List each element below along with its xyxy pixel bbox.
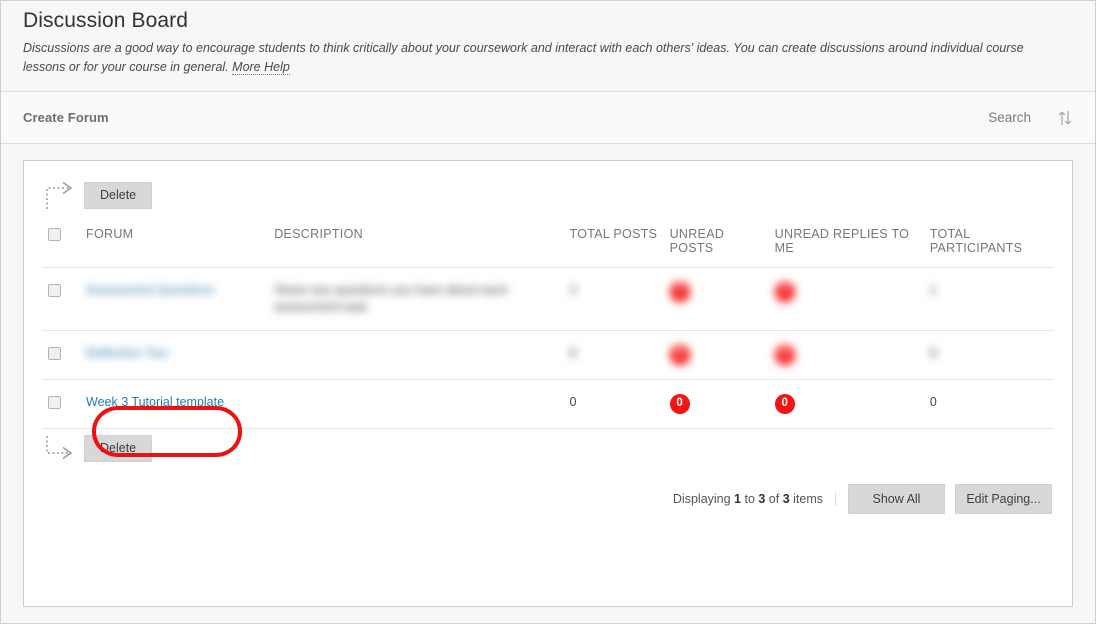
unread-replies-badge: 0 [774, 394, 795, 414]
action-bar: Create Forum Search [1, 91, 1095, 144]
table-row: Assessment Questions Share any questions… [42, 267, 1054, 331]
row-checkbox[interactable] [48, 347, 61, 361]
select-all-cell [42, 217, 81, 268]
row-forum-cell: Reflection Two [80, 330, 269, 380]
row-forum-cell: Assessment Questions [80, 267, 269, 331]
page-title: Discussion Board [23, 9, 189, 32]
row-unread-posts: 3 [663, 267, 769, 331]
dashed-arrow-right-icon [44, 179, 80, 213]
row-description [268, 330, 564, 380]
row-total-posts: 8 [563, 330, 664, 380]
column-header-unread-replies[interactable]: UNREAD REPLIES TO ME [768, 217, 924, 268]
row-checkbox-cell [42, 379, 81, 429]
row-unread-posts: 0 [663, 379, 769, 429]
toolbar-top: Delete [46, 181, 1054, 209]
unread-posts-badge: 8 [669, 345, 690, 365]
unread-replies-badge: 3 [774, 282, 795, 302]
table-head: FORUM DESCRIPTION TOTAL POSTS UNREAD POS… [42, 217, 1054, 268]
row-description [268, 379, 564, 429]
unread-replies-badge: 8 [774, 345, 795, 365]
row-unread-replies: 0 [768, 379, 924, 429]
action-bar-right: Search [988, 108, 1073, 128]
row-unread-posts: 8 [663, 330, 769, 380]
table-header-row: FORUM DESCRIPTION TOTAL POSTS UNREAD POS… [42, 217, 1054, 268]
table-row: Reflection Two 8 8 8 8 [42, 330, 1054, 380]
edit-paging-button[interactable]: Edit Paging... [955, 484, 1052, 514]
table-row: Week 3 Tutorial template 0 0 0 0 [42, 379, 1054, 429]
row-total-posts: 0 [563, 379, 664, 429]
paging-bar: Displaying 1 to 3 of 3 items Show All Ed… [42, 484, 1054, 514]
sort-up-down-icon[interactable] [1057, 108, 1073, 128]
row-total-participants: 1 [923, 267, 1054, 331]
row-total-posts: 3 [563, 267, 664, 331]
content-wrapper: Delete FORUM DESCRIPTION TOTAL POSTS UNR… [1, 144, 1095, 623]
forum-link[interactable]: Reflection Two [86, 346, 168, 360]
delete-button-bottom[interactable]: Delete [84, 435, 153, 462]
delete-button-top[interactable]: Delete [84, 182, 153, 209]
row-total-participants: 0 [923, 379, 1054, 429]
table-body: Assessment Questions Share any questions… [42, 267, 1054, 429]
row-checkbox-cell [42, 330, 81, 380]
column-header-total-posts[interactable]: TOTAL POSTS [563, 217, 664, 268]
select-all-checkbox[interactable] [48, 228, 61, 242]
page-description: Discussions are a good way to encourage … [23, 39, 1053, 77]
column-header-unread-posts[interactable]: UNREAD POSTS [663, 217, 769, 268]
column-header-description[interactable]: DESCRIPTION [268, 217, 564, 268]
paging-from: 1 [734, 492, 741, 506]
forums-panel: Delete FORUM DESCRIPTION TOTAL POSTS UNR… [23, 160, 1073, 607]
show-all-button[interactable]: Show All [848, 484, 945, 514]
unread-posts-badge: 0 [669, 394, 690, 414]
row-checkbox-cell [42, 267, 81, 331]
forums-table: FORUM DESCRIPTION TOTAL POSTS UNREAD POS… [42, 217, 1054, 429]
paging-prefix: Displaying [672, 492, 735, 506]
row-forum-cell: Week 3 Tutorial template [80, 379, 269, 429]
row-total-participants: 8 [923, 330, 1054, 380]
paging-suffix: items [789, 492, 823, 506]
toolbar-bottom: Delete [46, 435, 1054, 462]
forum-link[interactable]: Assessment Questions [86, 283, 214, 297]
paging-total: 3 [782, 492, 790, 506]
paging-mid2: of [765, 492, 783, 506]
row-checkbox[interactable] [48, 284, 61, 298]
dashed-arrow-right-icon [44, 432, 80, 466]
create-forum-button[interactable]: Create Forum [23, 110, 109, 125]
discussion-board-page: Discussion Board Discussions are a good … [0, 0, 1096, 624]
column-header-forum[interactable]: FORUM [80, 217, 269, 268]
paging-mid1: to [741, 492, 759, 506]
search-button[interactable]: Search [988, 110, 1031, 125]
unread-posts-badge: 3 [669, 282, 690, 302]
row-unread-replies: 8 [768, 330, 924, 380]
row-description: Share any questions you have about each … [268, 267, 564, 331]
more-help-link[interactable]: More Help [232, 60, 290, 75]
page-description-text: Discussions are a good way to encourage … [23, 41, 1024, 74]
row-unread-replies: 3 [768, 267, 924, 331]
forum-link-week-3-tutorial-template[interactable]: Week 3 Tutorial template [86, 395, 224, 409]
page-header: Discussion Board Discussions are a good … [1, 1, 1095, 91]
row-checkbox[interactable] [48, 396, 61, 410]
column-header-total-participants[interactable]: TOTAL PARTICIPANTS [923, 217, 1054, 268]
paging-status: Displaying 1 to 3 of 3 items [673, 492, 836, 506]
